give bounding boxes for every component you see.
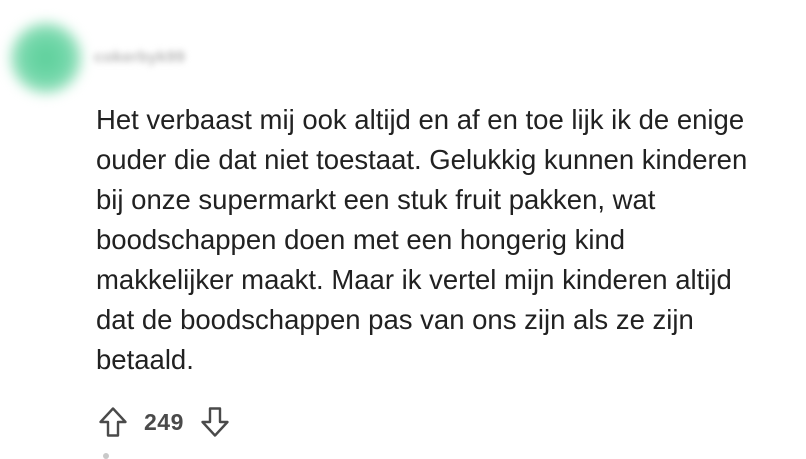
avatar[interactable]: [10, 22, 82, 94]
upvote-button[interactable]: [96, 404, 130, 440]
more-options-dot: [103, 453, 109, 459]
comment-line: makkelijker maakt. Maar ik vertel mijn k…: [96, 264, 732, 295]
comment-line: dat de boodschappen pas van ons zijn als…: [96, 304, 694, 335]
vote-bar: 249: [96, 402, 232, 442]
downvote-arrow-icon: [201, 407, 229, 437]
comment-line: Het verbaast mij ook altijd en af en toe…: [96, 104, 745, 135]
comment-line: bij onze supermarkt een stuk fruit pakke…: [96, 184, 656, 215]
vote-score: 249: [144, 408, 184, 435]
comment: cokerbyk99 Het verbaast mij ook altijd e…: [0, 0, 806, 459]
upvote-arrow-icon: [99, 407, 127, 437]
comment-line: ouder die dat niet toestaat. Gelukkig ku…: [96, 144, 748, 175]
downvote-button[interactable]: [198, 404, 232, 440]
username[interactable]: cokerbyk99: [94, 49, 185, 67]
comment-line: boodschappen doen met een hongerig kind: [96, 224, 626, 255]
comment-line: betaald.: [96, 344, 194, 375]
comment-body: Het verbaast mij ook altijd en af en toe…: [96, 100, 796, 380]
